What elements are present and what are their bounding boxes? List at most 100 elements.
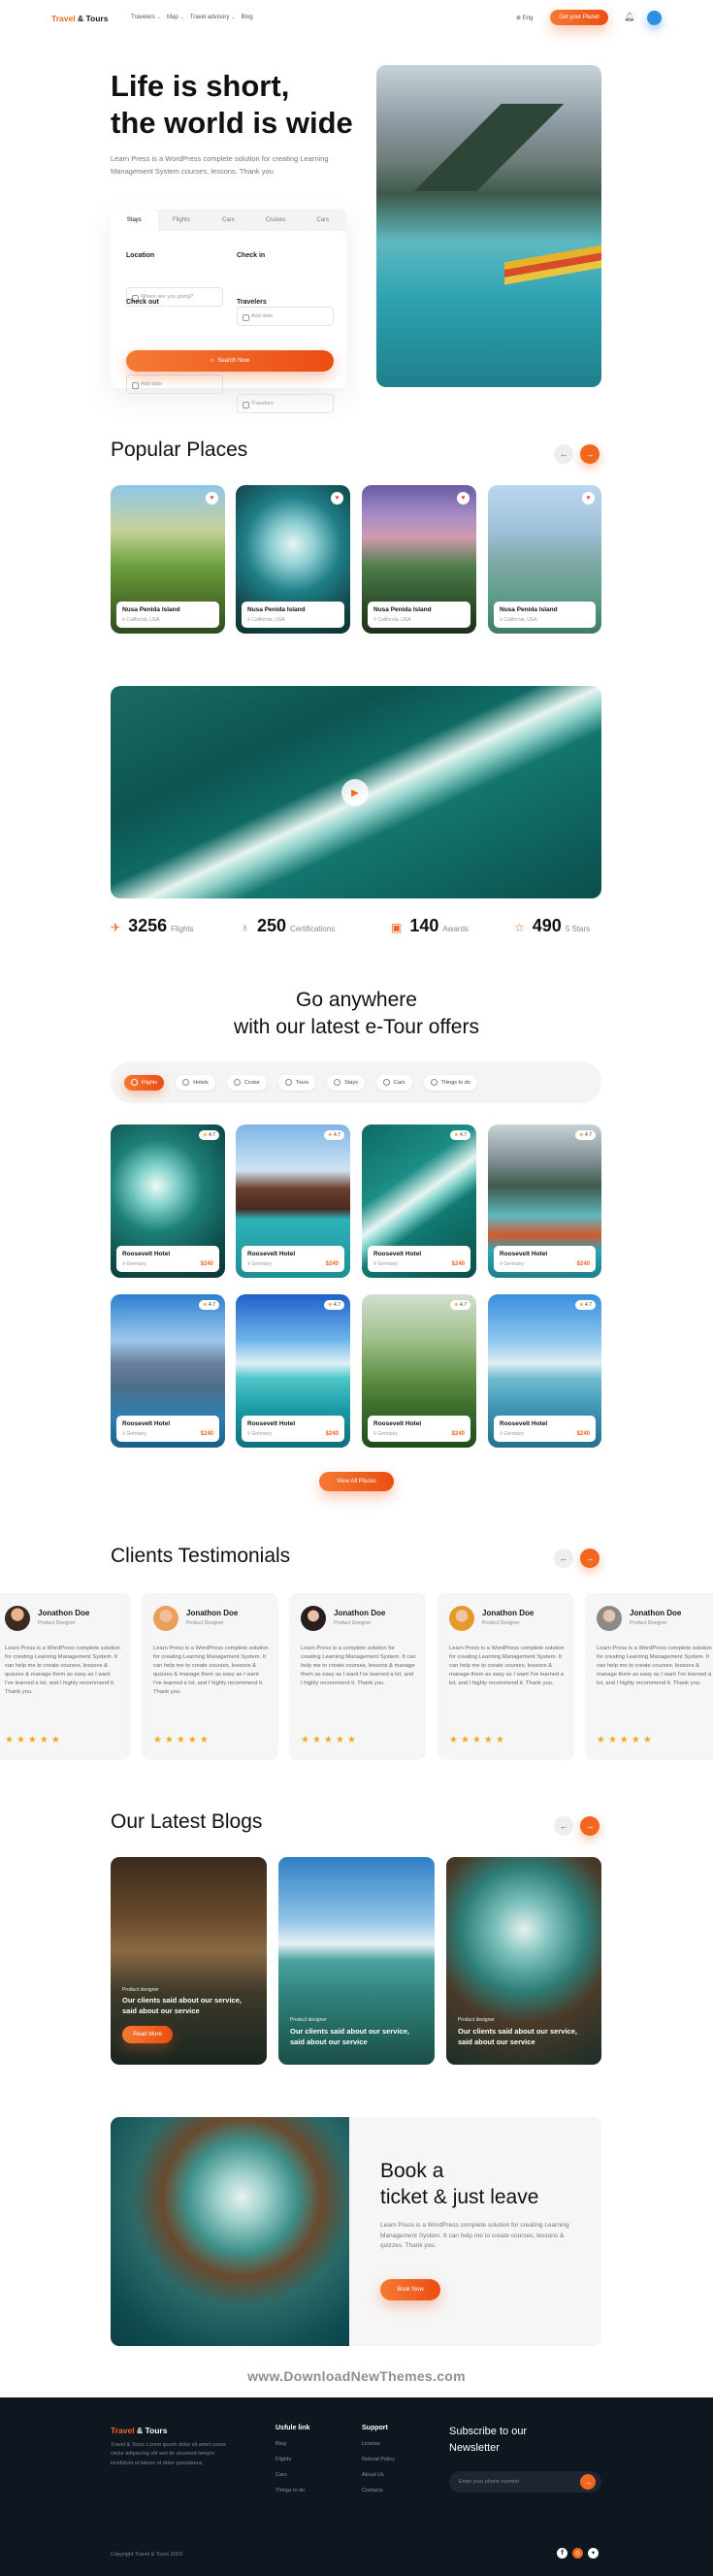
hotel-card[interactable]: ★ 4.7 Roosevelt Hotel ⌾ Germany $240 — [488, 1125, 601, 1278]
testimonial-role: Product Designer — [482, 1620, 520, 1626]
place-card[interactable]: ♥ Nusa Penida Island ⌾ California, USA — [236, 485, 350, 634]
checkout-label: Check out — [126, 299, 159, 306]
logo-part-b: & Tours — [77, 14, 109, 23]
place-card[interactable]: ♥ Nusa Penida Island ⌾ California, USA — [488, 485, 601, 634]
get-planet-button[interactable]: Get your Planet — [550, 10, 608, 25]
newsletter-submit-button[interactable]: → — [580, 2474, 596, 2490]
next-arrow-icon[interactable]: → — [580, 444, 600, 464]
hotel-name: Roosevelt Hotel — [500, 1420, 548, 1427]
tab-stays[interactable]: Stays — [111, 210, 158, 231]
logo[interactable]: Travel & Tours — [51, 14, 108, 23]
tab-cruises[interactable]: Cruises — [252, 210, 300, 231]
place-name: Nusa Penida Island — [500, 606, 558, 613]
hotel-card[interactable]: ★ 4.7 Roosevelt Hotel ⌾ Germany $240 — [362, 1294, 476, 1448]
rating-value: 4.7 — [460, 1302, 467, 1308]
heart-icon[interactable]: ♥ — [331, 492, 343, 505]
filter-cruise[interactable]: Cruise — [226, 1074, 267, 1091]
book-title-line2: ticket & just leave — [380, 2186, 539, 2209]
hotel-info: Roosevelt Hotel ⌾ Germany $240 — [116, 1416, 219, 1442]
place-card[interactable]: ♥ Nusa Penida Island ⌾ California, USA — [362, 485, 476, 634]
instagram-icon[interactable]: ◎ — [572, 2548, 583, 2559]
place-info: Nusa Penida Island ⌾ California, USA — [116, 602, 219, 628]
next-arrow-icon[interactable]: → — [580, 1549, 600, 1568]
footer-link[interactable]: Cars — [275, 2472, 309, 2478]
hotel-card[interactable]: ★ 4.7 Roosevelt Hotel ⌾ Germany $240 — [111, 1125, 225, 1278]
nav-blog[interactable]: Blog — [242, 15, 253, 20]
hotel-card[interactable]: ★ 4.7 Roosevelt Hotel ⌾ Germany $240 — [362, 1125, 476, 1278]
filter-flights[interactable]: Flights — [124, 1074, 165, 1091]
hotel-meta: ⌾ Germany $240 — [373, 1261, 465, 1267]
travelers-input[interactable]: Travelers — [237, 394, 334, 413]
heart-icon[interactable]: ♥ — [206, 492, 218, 505]
hotel-card[interactable]: ★ 4.7 Roosevelt Hotel ⌾ Germany $240 — [111, 1294, 225, 1448]
rating-badge: ★ 4.7 — [199, 1300, 219, 1310]
view-all-button[interactable]: View All Places — [319, 1472, 394, 1491]
stat-number: 3256 — [128, 916, 168, 935]
facebook-icon[interactable]: f — [557, 2548, 567, 2559]
rating-value: 4.7 — [585, 1132, 592, 1138]
footer-link[interactable]: License — [362, 2441, 395, 2447]
nav-travel-advisory[interactable]: Travel advisory — [190, 15, 229, 20]
star-icon: ★ — [328, 1132, 333, 1138]
next-arrow-icon[interactable]: → — [580, 1816, 600, 1836]
tab-cars[interactable]: Cars — [205, 210, 252, 231]
rating-value: 4.7 — [209, 1132, 215, 1138]
read-more-button[interactable]: Read More — [122, 2026, 173, 2043]
tab-cars-2[interactable]: Cars — [299, 210, 346, 231]
stat-label: Certifications — [290, 925, 336, 933]
heart-icon[interactable]: ♥ — [457, 492, 470, 505]
blog-card[interactable]: Product designer Our clients said about … — [278, 1857, 435, 2065]
heart-icon[interactable]: ♥ — [582, 492, 595, 505]
play-button[interactable]: ▶ — [341, 779, 369, 806]
blog-card[interactable]: Product designer Our clients said about … — [446, 1857, 601, 2065]
star-icon: ★ — [328, 1302, 333, 1308]
filter-bar: Flights Hotels Cruise Tours Stays Cars T… — [111, 1061, 601, 1103]
language-selector[interactable]: ⊕ Eng — [516, 15, 533, 21]
nav-map[interactable]: Map — [167, 15, 178, 20]
hotel-price: $240 — [451, 1261, 465, 1267]
blog-card[interactable]: Product designer Our clients said about … — [111, 1857, 267, 2065]
filter-stays[interactable]: Stays — [327, 1074, 365, 1091]
filter-cars[interactable]: Cars — [375, 1074, 412, 1091]
avatar[interactable] — [647, 11, 662, 25]
stat-item: ▣ 140 Awards — [391, 916, 469, 936]
hotel-info: Roosevelt Hotel ⌾ Germany $240 — [494, 1416, 596, 1442]
gift-icon: ▣ — [391, 921, 403, 934]
place-card[interactable]: ♥ Nusa Penida Island ⌾ California, USA — [111, 485, 225, 634]
footer-link[interactable]: About Us — [362, 2472, 395, 2478]
tab-flights[interactable]: Flights — [158, 210, 206, 231]
rating-badge: ★ 4.7 — [575, 1130, 596, 1140]
footer-logo[interactable]: Travel & Tours — [111, 2426, 167, 2435]
footer-link[interactable]: Things to do — [275, 2488, 309, 2494]
hotel-meta: ⌾ Germany $240 — [500, 1431, 590, 1437]
twitter-icon[interactable]: ✦ — [588, 2548, 599, 2559]
search-button[interactable]: ⌕ Search Now — [126, 350, 334, 372]
hotel-price: $240 — [325, 1431, 339, 1437]
filter-things-to-do[interactable]: Things to do — [423, 1074, 477, 1091]
hotel-card[interactable]: ★ 4.7 Roosevelt Hotel ⌾ Germany $240 — [236, 1125, 350, 1278]
checkin-input[interactable]: Add date — [237, 307, 334, 326]
footer-link[interactable]: Contacts — [362, 2488, 395, 2494]
book-now-button[interactable]: Book Now — [380, 2279, 440, 2300]
avatar — [597, 1606, 622, 1631]
nav-travelers[interactable]: Travelers — [131, 15, 155, 20]
filter-hotels[interactable]: Hotels — [176, 1074, 215, 1091]
hotel-card[interactable]: ★ 4.7 Roosevelt Hotel ⌾ Germany $240 — [488, 1294, 601, 1448]
hotel-name: Roosevelt Hotel — [247, 1420, 296, 1427]
hotel-meta: ⌾ Germany $240 — [373, 1431, 465, 1437]
filter-tours[interactable]: Tours — [277, 1074, 316, 1091]
footer-link[interactable]: Flights — [275, 2457, 309, 2462]
blogs-title: Our Latest Blogs — [111, 1810, 263, 1833]
bell-icon[interactable]: 🔔︎ — [624, 12, 634, 22]
video-banner[interactable]: ▶ — [111, 686, 601, 898]
checkout-input[interactable]: Add date — [126, 375, 223, 394]
prev-arrow-icon[interactable]: ← — [554, 1816, 573, 1836]
prev-arrow-icon[interactable]: ← — [554, 1549, 573, 1568]
prev-arrow-icon[interactable]: ← — [554, 444, 573, 464]
hotel-name: Roosevelt Hotel — [373, 1251, 422, 1257]
location-pin-icon: ⌾ Germany — [373, 1261, 398, 1267]
footer-link[interactable]: Blog — [275, 2441, 309, 2447]
newsletter-input[interactable]: Enter your phone number — [449, 2471, 601, 2493]
footer-link[interactable]: Refund Policy — [362, 2457, 395, 2462]
hotel-card[interactable]: ★ 4.7 Roosevelt Hotel ⌾ Germany $240 — [236, 1294, 350, 1448]
